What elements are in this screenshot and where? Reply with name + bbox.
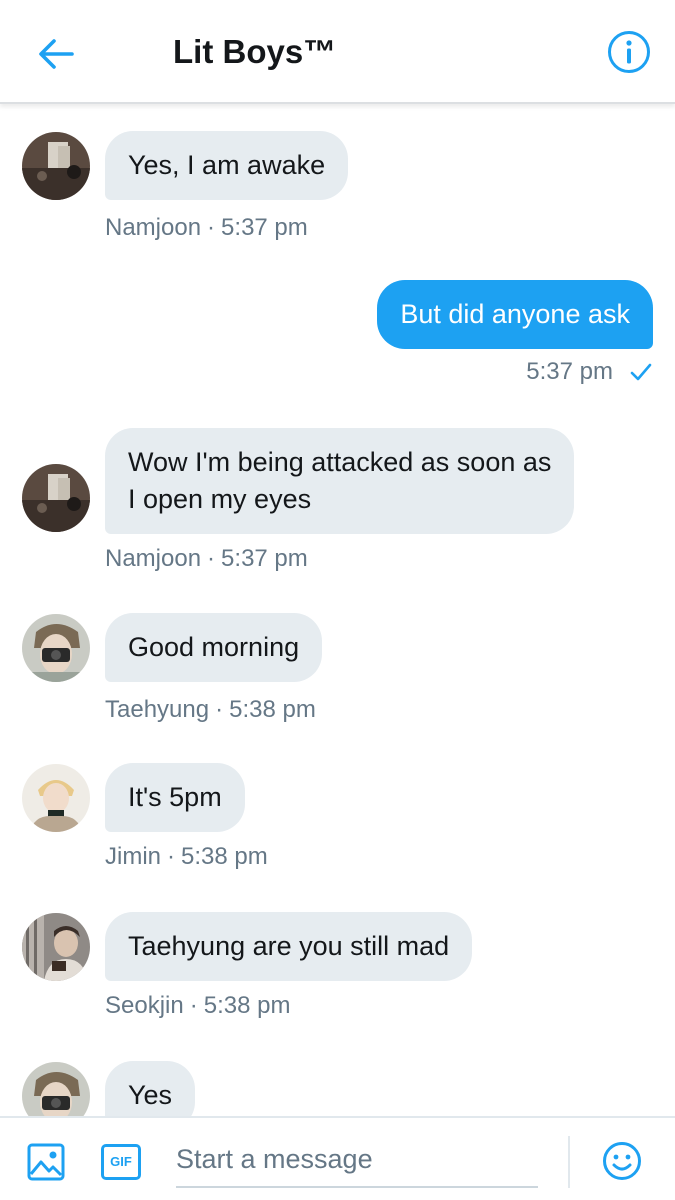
sender-name[interactable]: Seokjin <box>105 992 184 1019</box>
sender-name[interactable]: Namjoon <box>105 545 201 572</box>
meta-separator: · <box>207 214 216 241</box>
meta-separator: · <box>207 545 216 572</box>
meta-separator: · <box>189 992 198 1019</box>
meta-separator: · <box>167 843 176 870</box>
checkmark-icon <box>630 363 652 381</box>
message-meta-outgoing: 5:37 pm <box>526 357 653 387</box>
meta-separator: · <box>215 696 224 723</box>
conversation-title: Lit Boys™ <box>173 33 337 70</box>
message-time: 5:38 pm <box>181 843 268 870</box>
avatar-jimin[interactable] <box>22 764 90 832</box>
message-bubble[interactable]: Good morning <box>105 613 323 682</box>
info-button[interactable] <box>606 29 652 75</box>
emoji-button[interactable] <box>601 1140 643 1182</box>
message-time: 5:37 pm <box>221 545 308 572</box>
sender-name[interactable]: Taehyung <box>105 696 209 723</box>
message-input[interactable] <box>176 1132 538 1188</box>
message-meta: Seokjin · 5:38 pm <box>105 991 290 1021</box>
message-bubble[interactable]: Taehyung are you still mad <box>105 912 473 981</box>
message-time: 5:38 pm <box>203 992 291 1019</box>
avatar-namjoon[interactable] <box>22 132 90 200</box>
message-time: 5:38 pm <box>229 696 316 723</box>
sender-name[interactable]: Namjoon <box>105 214 201 241</box>
message-bubble-outgoing[interactable]: But did anyone ask <box>377 280 653 349</box>
image-icon <box>27 1143 65 1181</box>
message-meta: Namjoon · 5:37 pm <box>105 544 308 574</box>
message-bubble[interactable]: It's 5pm <box>105 763 245 832</box>
message-meta: Jimin · 5:38 pm <box>105 842 268 872</box>
avatar-namjoon[interactable] <box>22 464 90 532</box>
message-bubble[interactable]: Yes <box>105 1061 196 1116</box>
sender-name[interactable]: Jimin <box>105 843 161 870</box>
info-icon <box>608 31 650 73</box>
gif-button[interactable]: GIF <box>101 1144 141 1180</box>
message-composer: GIF <box>0 1116 675 1200</box>
message-bubble[interactable]: Yes, I am awake <box>105 131 349 200</box>
conversation-header: Lit Boys™ <box>0 0 675 104</box>
emoji-icon <box>603 1142 641 1180</box>
message-bubble[interactable]: Wow I'm being attacked as soon as I open… <box>105 428 575 534</box>
avatar-taehyung[interactable] <box>22 1062 90 1116</box>
message-meta: Namjoon · 5:37 pm <box>105 213 308 243</box>
avatar-seokjin[interactable] <box>22 913 90 981</box>
message-meta: Taehyung · 5:38 pm <box>105 695 316 725</box>
message-time: 5:37 pm <box>221 214 308 241</box>
back-button[interactable] <box>32 30 80 78</box>
add-photo-button[interactable] <box>26 1142 66 1182</box>
message-time: 5:37 pm <box>526 358 613 385</box>
arrow-left-icon <box>39 39 74 69</box>
message-thread[interactable]: Yes, I am awake Namjoon · 5:37 pm But did … <box>0 106 675 1116</box>
composer-divider <box>568 1136 570 1188</box>
avatar-taehyung[interactable] <box>22 614 90 682</box>
